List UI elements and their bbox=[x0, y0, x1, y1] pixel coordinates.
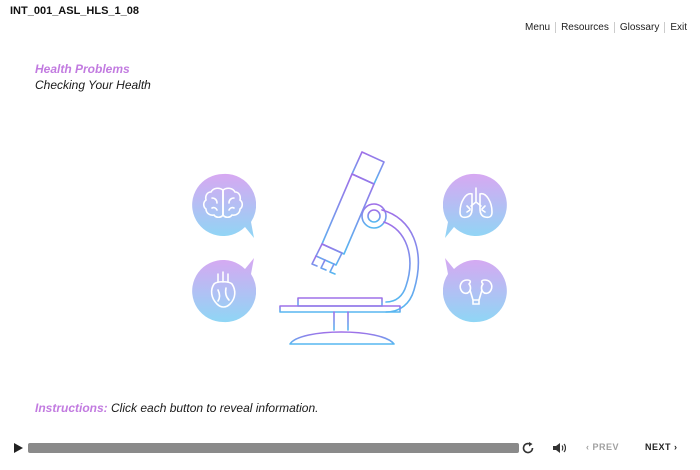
exit-link[interactable]: Exit bbox=[664, 22, 692, 33]
heart-button[interactable] bbox=[190, 258, 256, 324]
next-button[interactable]: NEXT › bbox=[645, 442, 678, 452]
top-navigation: Menu Resources Glossary Exit bbox=[520, 22, 692, 33]
play-icon bbox=[14, 443, 23, 453]
glossary-link[interactable]: Glossary bbox=[613, 22, 664, 33]
resources-link[interactable]: Resources bbox=[555, 22, 614, 33]
speaker-icon bbox=[553, 443, 567, 453]
replay-icon bbox=[522, 442, 534, 454]
instructions: Instructions: Click each button to revea… bbox=[35, 401, 318, 415]
brain-button[interactable] bbox=[190, 172, 256, 238]
slide-title: Checking Your Health bbox=[35, 78, 151, 92]
prev-button[interactable]: ‹ PREV bbox=[586, 442, 619, 452]
seek-bar[interactable] bbox=[28, 443, 519, 453]
course-id: INT_001_ASL_HLS_1_08 bbox=[10, 5, 140, 17]
instructions-text: Click each button to reveal information. bbox=[111, 401, 319, 415]
instructions-label: Instructions: bbox=[35, 401, 108, 415]
module-title: Health Problems bbox=[35, 62, 130, 76]
player-bar: ‹ PREV NEXT › bbox=[0, 436, 700, 460]
replay-button[interactable] bbox=[521, 441, 535, 455]
volume-button[interactable] bbox=[552, 441, 567, 455]
menu-link[interactable]: Menu bbox=[520, 22, 555, 33]
microscope-illustration bbox=[270, 148, 430, 348]
kidneys-button[interactable] bbox=[443, 258, 509, 324]
lungs-button[interactable] bbox=[443, 172, 509, 238]
microscope-icon bbox=[279, 151, 420, 345]
play-button[interactable] bbox=[11, 441, 25, 455]
